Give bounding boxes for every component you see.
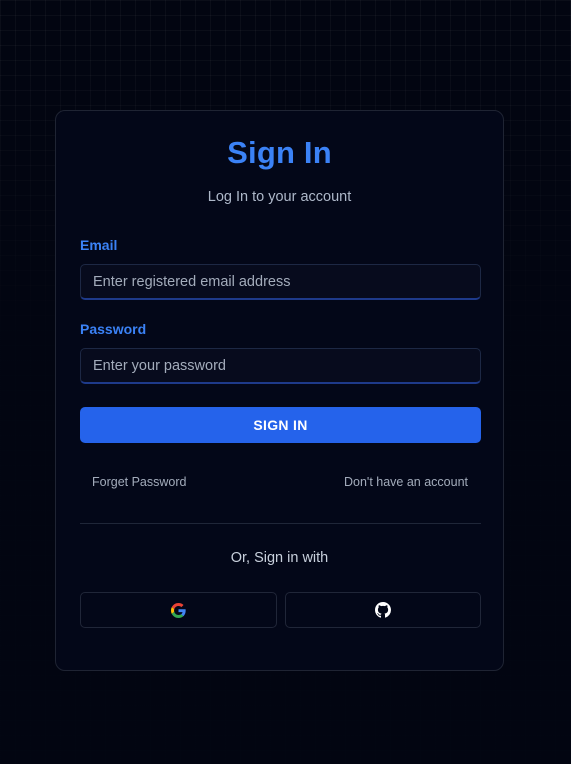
github-sign-in-button[interactable] [285,592,481,628]
social-divider-text: Or, Sign in with [230,550,329,566]
page-background: Sign In Log In to your account Email Pas… [0,0,571,764]
google-icon [171,602,186,618]
google-sign-in-button[interactable] [80,592,277,628]
divider [80,523,481,524]
page-subtitle: Log In to your account [207,189,352,205]
page-title: Sign In [227,135,332,170]
sign-in-button[interactable]: SIGN IN [80,407,481,443]
create-account-link[interactable]: Don't have an account [344,475,468,489]
github-icon [375,602,391,618]
password-field[interactable] [80,348,481,384]
email-field[interactable] [80,264,481,300]
email-label: Email [80,237,118,253]
sign-in-card: Sign In Log In to your account Email Pas… [55,110,504,671]
password-label: Password [80,321,147,337]
forgot-password-link[interactable]: Forget Password [92,475,186,489]
